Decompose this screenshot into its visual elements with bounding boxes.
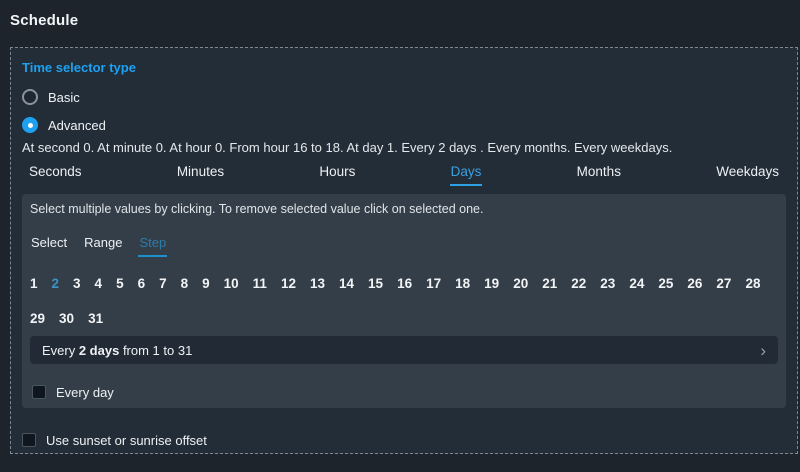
day-8[interactable]: 8 <box>181 274 189 294</box>
step-suffix: from 1 to 31 <box>119 342 193 358</box>
day-5[interactable]: 5 <box>116 274 124 294</box>
tab-months[interactable]: Months <box>576 164 622 186</box>
day-15[interactable]: 15 <box>368 274 383 294</box>
step-value: 2 days <box>78 342 120 358</box>
every-day-checkbox-row[interactable]: Every day <box>32 383 778 401</box>
radio-selected-icon[interactable] <box>22 117 38 133</box>
day-11[interactable]: 11 <box>253 274 267 294</box>
day-14[interactable]: 14 <box>339 274 354 294</box>
day-24[interactable]: 24 <box>629 274 644 294</box>
mode-tab-step[interactable]: Step <box>138 233 168 257</box>
day-selector-panel: Select multiple values by clicking. To r… <box>22 194 786 408</box>
every-day-label: Every day <box>56 384 114 400</box>
day-9[interactable]: 9 <box>202 274 210 294</box>
day-22[interactable]: 22 <box>571 274 586 294</box>
every-day-checkbox[interactable] <box>32 385 46 399</box>
sunset-offset-checkbox-row[interactable]: Use sunset or sunrise offset <box>22 431 786 449</box>
sunset-offset-checkbox[interactable] <box>22 433 36 447</box>
day-23[interactable]: 23 <box>600 274 615 294</box>
tab-minutes[interactable]: Minutes <box>176 164 225 186</box>
radio-label-basic: Basic <box>48 89 80 105</box>
day-13[interactable]: 13 <box>310 274 325 294</box>
day-30[interactable]: 30 <box>59 309 74 329</box>
panel-hint-text: Select multiple values by clicking. To r… <box>30 202 484 216</box>
day-20[interactable]: 20 <box>513 274 528 294</box>
day-29[interactable]: 29 <box>30 309 45 329</box>
day-grid: 1 2 3 4 5 6 7 8 9 10 11 12 13 14 15 16 17 18 19 20 21 22 23 24 2… <box>30 274 792 329</box>
tab-weekdays[interactable]: Weekdays <box>715 164 780 186</box>
step-prefix: Every <box>42 342 79 358</box>
radio-unselected-icon[interactable] <box>22 89 38 105</box>
step-summary-text: Every 2 days from 1 to 31 <box>42 343 192 358</box>
mode-tabs: Select Range Step <box>30 233 778 257</box>
mode-tab-range[interactable]: Range <box>83 233 123 257</box>
radio-option-basic[interactable]: Basic <box>22 88 786 106</box>
day-21[interactable]: 21 <box>542 274 557 294</box>
cron-summary-text: At second 0. At minute 0. At hour 0. Fro… <box>22 140 673 155</box>
tab-days[interactable]: Days <box>449 164 483 186</box>
time-selector-type-label: Time selector type <box>22 60 136 75</box>
step-summary-bar[interactable]: Every 2 days from 1 to 31 › <box>30 336 778 364</box>
schedule-fieldset: Time selector type Basic Advanced At sec… <box>10 47 798 454</box>
day-2[interactable]: 2 <box>52 274 60 294</box>
day-6[interactable]: 6 <box>138 274 146 294</box>
mode-tab-select[interactable]: Select <box>30 233 68 257</box>
day-1[interactable]: 1 <box>30 274 38 294</box>
sunset-offset-label: Use sunset or sunrise offset <box>46 432 207 448</box>
day-31[interactable]: 31 <box>88 309 103 329</box>
day-25[interactable]: 25 <box>658 274 673 294</box>
day-7[interactable]: 7 <box>159 274 167 294</box>
day-10[interactable]: 10 <box>224 274 239 294</box>
time-selector-radio-group: Basic Advanced <box>22 88 786 134</box>
day-19[interactable]: 19 <box>484 274 499 294</box>
radio-option-advanced[interactable]: Advanced <box>22 116 786 134</box>
chevron-right-icon[interactable]: › <box>760 342 766 359</box>
day-4[interactable]: 4 <box>95 274 103 294</box>
day-28[interactable]: 28 <box>745 274 760 294</box>
tab-seconds[interactable]: Seconds <box>28 164 83 186</box>
day-16[interactable]: 16 <box>397 274 412 294</box>
day-3[interactable]: 3 <box>73 274 81 294</box>
day-27[interactable]: 27 <box>716 274 731 294</box>
day-12[interactable]: 12 <box>281 274 296 294</box>
period-tabs: Seconds Minutes Hours Days Months Weekdays <box>22 162 786 190</box>
tab-hours[interactable]: Hours <box>318 164 356 186</box>
day-17[interactable]: 17 <box>426 274 441 294</box>
day-26[interactable]: 26 <box>687 274 702 294</box>
day-18[interactable]: 18 <box>455 274 470 294</box>
radio-label-advanced: Advanced <box>48 117 106 133</box>
page-title: Schedule <box>10 12 79 29</box>
